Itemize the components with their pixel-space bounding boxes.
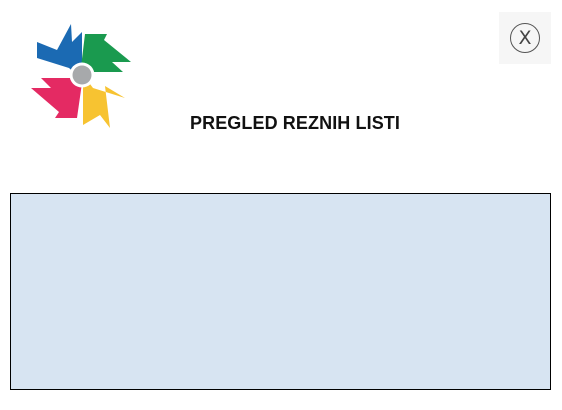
close-icon: X <box>510 23 540 53</box>
close-button[interactable]: X <box>499 12 551 64</box>
page-title: PREGLED REZNIH LISTI <box>189 113 400 133</box>
cut-list-panel[interactable] <box>10 193 551 390</box>
